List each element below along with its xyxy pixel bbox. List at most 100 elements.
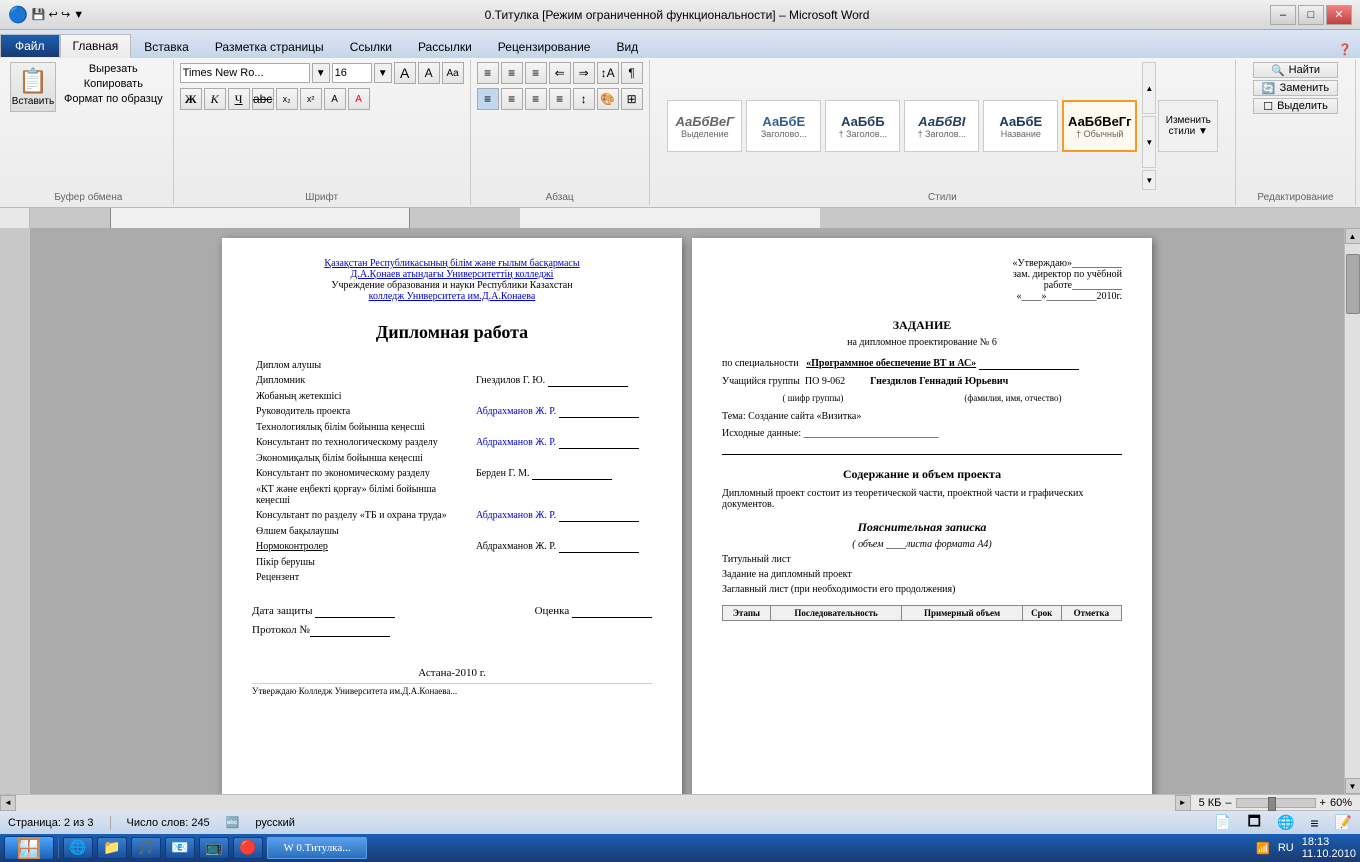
superscript-button[interactable]: x² [300,88,322,110]
taskbar-media[interactable]: 🎵 [131,837,161,859]
bold-button[interactable]: Ж [180,88,202,110]
shrink-font-button[interactable]: A [418,62,440,84]
clear-format-button[interactable]: Aa [442,62,464,84]
highlight-button[interactable]: A [324,88,346,110]
multilevel-button[interactable]: ≡ [525,62,547,84]
align-justify[interactable]: ≡ [549,88,571,110]
decrease-indent[interactable]: ⇐ [549,62,571,84]
minimize-button[interactable]: – [1270,5,1296,25]
align-center[interactable]: ≡ [501,88,523,110]
sort-button[interactable]: ↕A [597,62,619,84]
align-left[interactable]: ≡ [477,88,499,110]
tab-review[interactable]: Рецензирование [485,34,604,58]
view-print-button[interactable]: 📄 [1214,814,1231,831]
style-box-heading1[interactable]: АаБбЕ Заголово... [746,100,821,152]
italic-button[interactable]: К [204,88,226,110]
table-row: Экономиқалық білім бойынша кеңесші [252,451,652,466]
taskbar-word[interactable]: W 0.Титулка... [267,837,367,859]
increase-indent[interactable]: ⇒ [573,62,595,84]
scroll-down-button[interactable]: ▼ [1345,778,1360,794]
tab-layout[interactable]: Разметка страницы [202,34,337,58]
hscroll-track[interactable] [16,795,1175,811]
find-button[interactable]: 🔍 Найти [1253,62,1338,78]
copy-button[interactable]: Копировать [60,77,167,91]
view-web-button[interactable]: 🌐 [1277,814,1294,831]
left-margin [0,228,30,794]
zoom-out-icon[interactable]: – [1225,797,1231,809]
spell-icon[interactable]: 🔤 [226,816,240,829]
strikethrough-button[interactable]: abc [252,88,274,110]
taskbar-opera[interactable]: 🔴 [233,837,263,859]
ribbon-content: 📋 Вставить Вырезать Копировать Формат по… [0,58,1360,208]
page2-subheading: на дипломное проектирование № 6 [722,337,1122,348]
document-page-2: «Утверждаю»__________ зам. директор по у… [692,238,1152,794]
language-indicator[interactable]: RU [1278,842,1294,854]
zoom-thumb[interactable] [1268,797,1276,811]
font-size-down[interactable]: ▼ [312,63,330,83]
tab-home[interactable]: Главная [60,34,132,58]
table-row: Жобаның жетекшісі [252,389,652,404]
numbering-button[interactable]: ≡ [501,62,523,84]
view-outline-button[interactable]: ≡ [1310,815,1318,831]
taskbar-video[interactable]: 📺 [199,837,229,859]
tab-file[interactable]: Файл [0,34,60,58]
scroll-track[interactable] [1345,244,1360,778]
zoom-level: 60% [1330,797,1352,809]
font-color-button[interactable]: A [348,88,370,110]
align-right[interactable]: ≡ [525,88,547,110]
page2-specialty: по специальности «Программное обеспечени… [722,358,1122,370]
style-box-heading3[interactable]: АаБбВI † Заголов... [904,100,979,152]
zoom-slider[interactable] [1236,798,1316,808]
font-size-up[interactable]: ▼ [374,63,392,83]
zoom-in-icon[interactable]: + [1320,797,1326,809]
hscroll-right[interactable]: ► [1175,795,1191,811]
view-draft-button[interactable]: 📝 [1335,814,1352,831]
tab-insert[interactable]: Вставка [131,34,202,58]
help-icon[interactable]: ❓ [1330,41,1360,58]
vertical-scrollbar[interactable]: ▲ ▼ [1344,228,1360,794]
replace-button[interactable]: 🔄 Заменить [1253,80,1338,96]
borders-button[interactable]: ⊞ [621,88,643,110]
view-fullscreen-button[interactable]: 🗖 [1248,811,1261,835]
start-button[interactable]: 🪟 [4,836,54,860]
bullets-button[interactable]: ≡ [477,62,499,84]
taskbar-explorer[interactable]: 📁 [97,837,127,859]
line-spacing[interactable]: ↕ [573,88,595,110]
font-size-input[interactable] [332,63,372,83]
subscript-button[interactable]: x₂ [276,88,298,110]
page1-protocol: Протокол № [252,624,652,637]
tab-view[interactable]: Вид [603,34,651,58]
format-paint-button[interactable]: Формат по образцу [60,92,167,106]
change-styles-button[interactable]: Изменить стили ▼ [1158,100,1218,152]
title-bar: 🔵 💾 ↩ ↪ ▼ 0.Титулка [Режим ограниченной … [0,0,1360,30]
tab-references[interactable]: Ссылки [337,34,405,58]
scroll-thumb[interactable] [1346,254,1360,314]
scroll-up-button[interactable]: ▲ [1345,228,1360,244]
underline-button[interactable]: Ч [228,88,250,110]
show-para-button[interactable]: ¶ [621,62,643,84]
title-bar-left: 🔵 💾 ↩ ↪ ▼ [8,5,84,25]
close-button[interactable]: ✕ [1326,5,1352,25]
cut-button[interactable]: Вырезать [60,62,167,76]
select-button[interactable]: ☐ Выделить [1253,98,1338,114]
table-row: Консультант по технологическому разделу … [252,435,652,451]
paste-button[interactable]: 📋 Вставить [10,62,56,112]
taskbar-ie[interactable]: 🌐 [63,837,93,859]
window-controls: – □ ✕ [1270,5,1352,25]
font-family-input[interactable] [180,63,310,83]
shading-button[interactable]: 🎨 [597,88,619,110]
style-box-title[interactable]: АаБбЕ Название [983,100,1058,152]
taskbar-mail[interactable]: 📧 [165,837,195,859]
style-box-default[interactable]: АаБбВеГ Выделение [667,100,742,152]
grow-font-button[interactable]: A [394,62,416,84]
styles-scroll-up[interactable]: ▲ [1142,62,1156,114]
hscroll-left[interactable]: ◄ [0,795,16,811]
styles-more[interactable]: ▼ [1142,170,1156,190]
word-count: Число слов: 245 [127,817,210,829]
styles-scroll-down[interactable]: ▼ [1142,116,1156,168]
maximize-button[interactable]: □ [1298,5,1324,25]
style-box-heading2[interactable]: АаБбБ † Заголов... [825,100,900,152]
editing-group: 🔍 Найти 🔄 Заменить ☐ Выделить Редактиров… [1236,60,1356,205]
tab-mailings[interactable]: Рассылки [405,34,485,58]
style-box-normal[interactable]: АаБбВеГг † Обычный [1062,100,1137,152]
